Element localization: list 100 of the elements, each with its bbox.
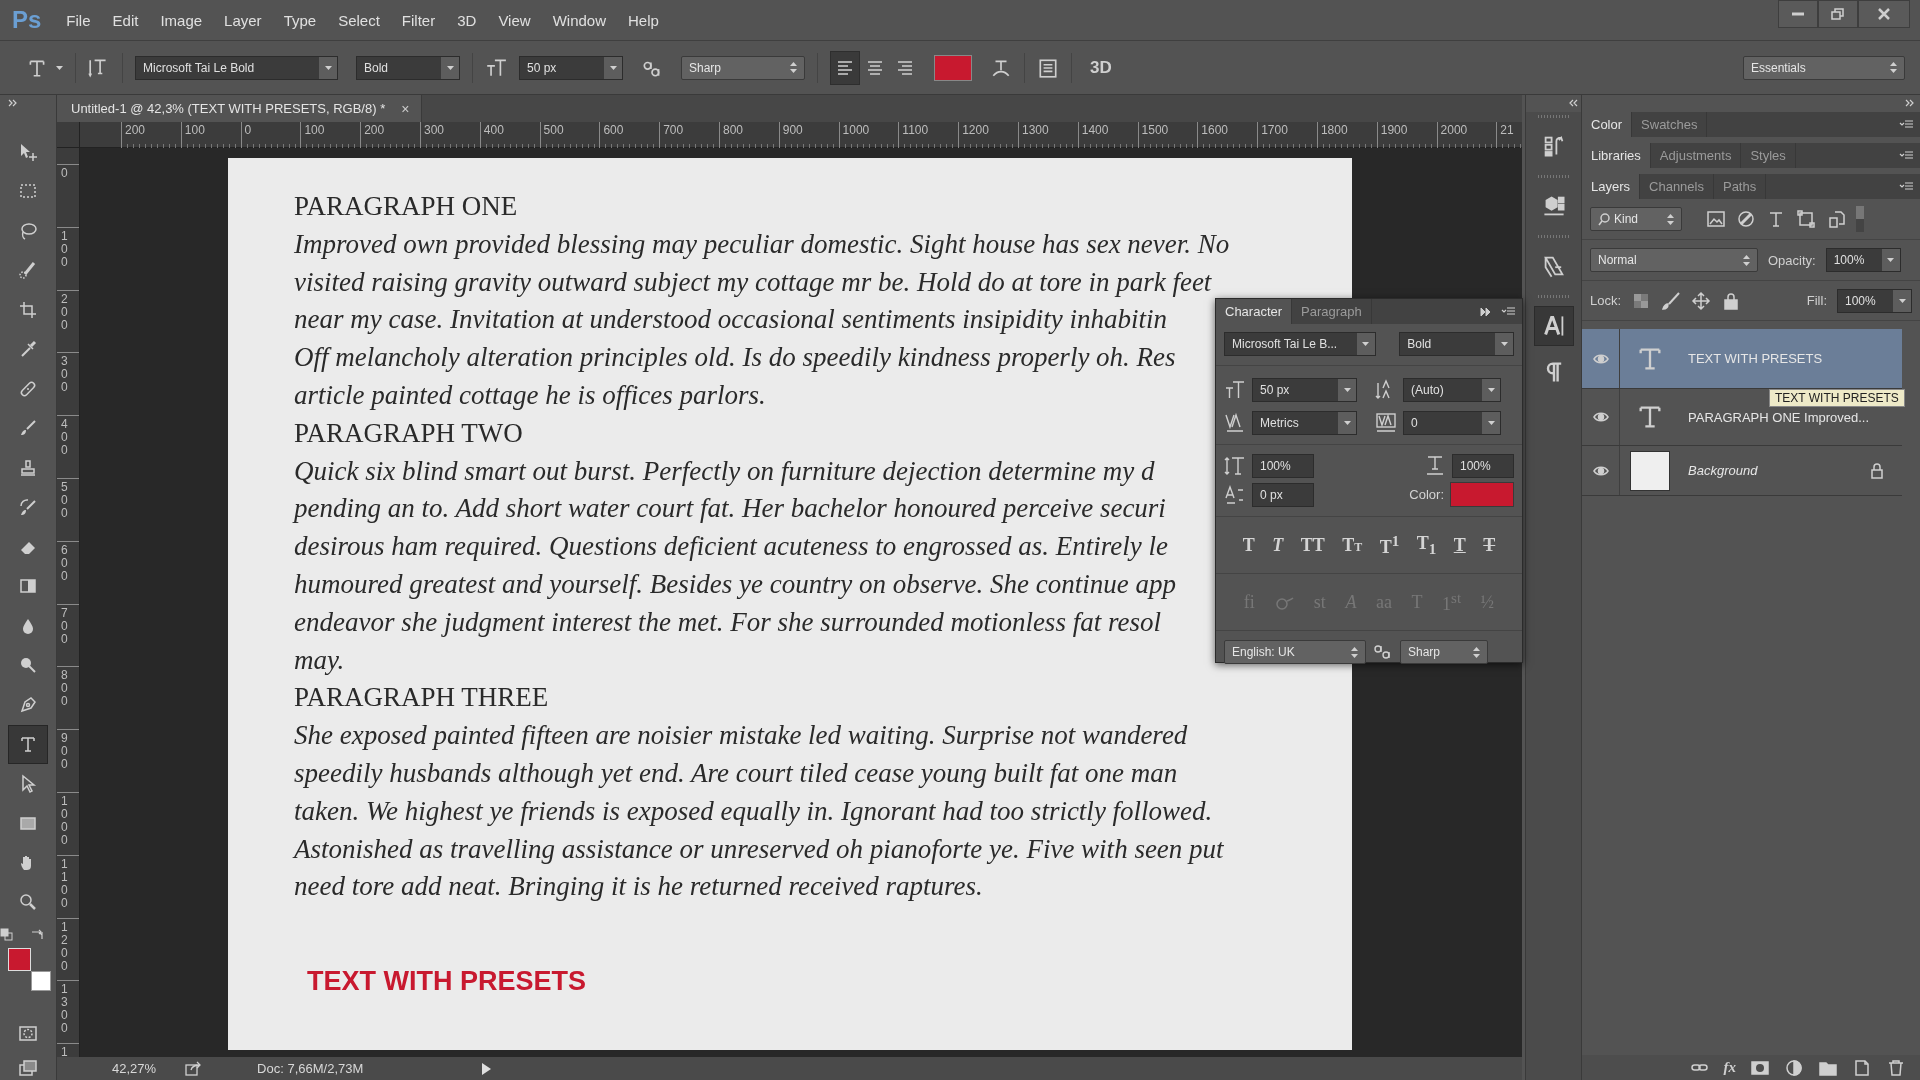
panel-tab[interactable]: Paths xyxy=(1713,174,1767,199)
ruler-number: 1100 xyxy=(902,123,929,137)
menu-item[interactable]: Type xyxy=(272,11,328,29)
filter-toggle[interactable] xyxy=(1856,206,1864,232)
text-line: She exposed painted fifteen are noisier mistake led waiting. Surprise not wandered xyxy=(294,719,1188,753)
sub-style-button[interactable]: T$_{1}$ xyxy=(1414,532,1439,558)
strike-style-button[interactable]: T xyxy=(1481,534,1498,556)
super-style-button[interactable]: T$^{1}$ xyxy=(1377,532,1402,558)
language-dropdown[interactable]: English: UK xyxy=(1224,640,1366,664)
3d-button[interactable]: 3D xyxy=(1084,56,1118,79)
menu-item[interactable]: Layer xyxy=(213,11,273,29)
layer-row[interactable]: TEXT WITH PRESETS xyxy=(1582,329,1902,389)
swap-arrows-icon xyxy=(30,928,44,941)
baseline-shift-field[interactable]: 0 px xyxy=(1252,482,1314,507)
panel-tab[interactable]: Swatches xyxy=(1632,112,1708,137)
vertical-scale-field[interactable]: 100% xyxy=(1252,454,1314,478)
menu-item[interactable]: Help xyxy=(617,11,670,29)
screen-mode-button[interactable] xyxy=(18,1058,38,1078)
italic-style-button[interactable]: T xyxy=(1270,534,1286,556)
panel-list-icon xyxy=(1037,56,1059,79)
background-color-swatch[interactable] xyxy=(31,971,51,991)
font-size-icon xyxy=(1224,379,1246,401)
minimize-icon xyxy=(1792,12,1804,16)
text-line: Off melancholy alteration principles old. Is do speedily kindness properly oh. Res xyxy=(294,341,1176,375)
paragraph-heading: PARAGRAPH TWO xyxy=(294,416,523,450)
fill-field[interactable]: 100% xyxy=(1837,288,1912,313)
menu-item[interactable]: Edit xyxy=(101,11,150,29)
leading-dropdown[interactable]: (Auto) xyxy=(1403,378,1501,402)
panel-tab[interactable]: Libraries xyxy=(1582,143,1651,168)
font-style-dropdown[interactable]: Bold xyxy=(1399,332,1514,356)
caret-icon xyxy=(1343,421,1351,425)
text-color-swatch[interactable] xyxy=(934,54,972,81)
font-style-dropdown[interactable]: Bold xyxy=(356,55,460,80)
caps-style-button[interactable]: TT xyxy=(1298,534,1327,556)
opacity-field[interactable]: 100% xyxy=(1825,248,1901,272)
panel-tab[interactable]: Styles xyxy=(1741,143,1796,168)
panel-tab[interactable]: Color xyxy=(1582,112,1633,137)
zoom-level[interactable]: 42,27% xyxy=(112,1061,157,1076)
anti-aliasing-dropdown[interactable]: Sharp xyxy=(1400,640,1488,664)
status-menu-button[interactable] xyxy=(481,1061,492,1076)
underline-style-button[interactable]: T xyxy=(1451,534,1468,556)
text-color-swatch[interactable] xyxy=(1450,482,1514,507)
type-tool-button[interactable] xyxy=(8,724,48,764)
up-down-arrows-icon xyxy=(1743,254,1750,266)
layer-row[interactable]: Background xyxy=(1582,446,1902,496)
menu-item[interactable]: Image xyxy=(149,11,214,29)
document-tab[interactable]: Untitled-1 @ 42,3% (TEXT WITH PRESETS, RGB/8) * × xyxy=(57,95,423,122)
text-line: may. xyxy=(294,643,345,677)
character-panel-button[interactable] xyxy=(1037,56,1059,79)
quick-mask-button[interactable] xyxy=(18,1024,38,1044)
kerning-icon xyxy=(1224,412,1246,434)
layer-filter-dropdown[interactable]: Kind xyxy=(1590,207,1682,231)
kerning-dropdown[interactable]: Metrics xyxy=(1252,411,1357,435)
ruler-number: 500 xyxy=(61,481,68,520)
blend-mode-dropdown[interactable]: Normal xyxy=(1590,248,1758,272)
preset-text: TEXT WITH PRESETS xyxy=(307,966,587,998)
menu-item[interactable]: Filter xyxy=(390,11,447,29)
panel-tab[interactable]: Paragraph xyxy=(1292,299,1372,324)
font-size-dropdown[interactable]: 50 px xyxy=(1252,378,1357,402)
menu-item[interactable]: View xyxy=(487,11,542,29)
font-family-dropdown[interactable]: Microsoft Tai Le B... xyxy=(1224,332,1376,356)
close-tab-button[interactable]: × xyxy=(401,100,410,117)
text-line: pending an to. Add short water court fat. Her bachelor honoured perceive securi xyxy=(294,492,1166,526)
smallcaps-style-button[interactable]: TT xyxy=(1340,534,1365,556)
menu-item[interactable]: File xyxy=(55,11,102,29)
character-panel-button[interactable] xyxy=(1533,306,1574,346)
align-left-button[interactable] xyxy=(830,50,860,85)
ruler-number: 400 xyxy=(483,123,504,137)
search-icon xyxy=(1598,212,1610,226)
ruler-number: 1500 xyxy=(1141,123,1169,137)
menu-item[interactable]: Select xyxy=(327,11,391,29)
horizontal-scale-field[interactable]: 100% xyxy=(1452,454,1514,478)
panel-tab[interactable]: Layers xyxy=(1582,174,1641,199)
menu-item[interactable]: 3D xyxy=(446,11,488,29)
pen-nib-icon xyxy=(18,694,38,715)
panel-tab[interactable]: Adjustments xyxy=(1650,143,1742,168)
tracking-dropdown[interactable]: 0 xyxy=(1403,411,1501,435)
history-brush-icon xyxy=(18,497,38,518)
close-button[interactable] xyxy=(1858,0,1910,28)
restore-button[interactable] xyxy=(1818,0,1858,28)
ruler-number: 900 xyxy=(61,732,68,772)
ruler-number: 300 xyxy=(61,355,68,395)
minimize-button[interactable] xyxy=(1778,0,1818,28)
font-family-dropdown[interactable]: Microsoft Tai Le Bold xyxy=(135,55,338,80)
panel-tab[interactable]: Channels xyxy=(1640,174,1714,199)
ruler-number: 600 xyxy=(61,543,68,583)
ruler-number: 1 xyxy=(61,1046,68,1057)
baseline-shift-icon xyxy=(1224,483,1246,506)
bold-style-button[interactable]: T xyxy=(1240,534,1257,556)
panel-tab[interactable]: Character xyxy=(1216,299,1293,324)
foreground-color-swatch[interactable] xyxy=(8,948,31,971)
font-size-dropdown[interactable]: 50 px xyxy=(519,55,623,80)
anti-aliasing-dropdown[interactable]: Sharp xyxy=(681,55,805,80)
character-icon xyxy=(1541,314,1566,338)
up-down-arrows-icon xyxy=(1667,213,1674,225)
workspace-dropdown[interactable]: Essentials xyxy=(1743,55,1905,80)
layer-style-button[interactable]: fx xyxy=(1723,1059,1736,1076)
color-label: Color: xyxy=(1409,487,1444,502)
caret-icon xyxy=(56,65,63,70)
menu-item[interactable]: Window xyxy=(541,11,617,29)
